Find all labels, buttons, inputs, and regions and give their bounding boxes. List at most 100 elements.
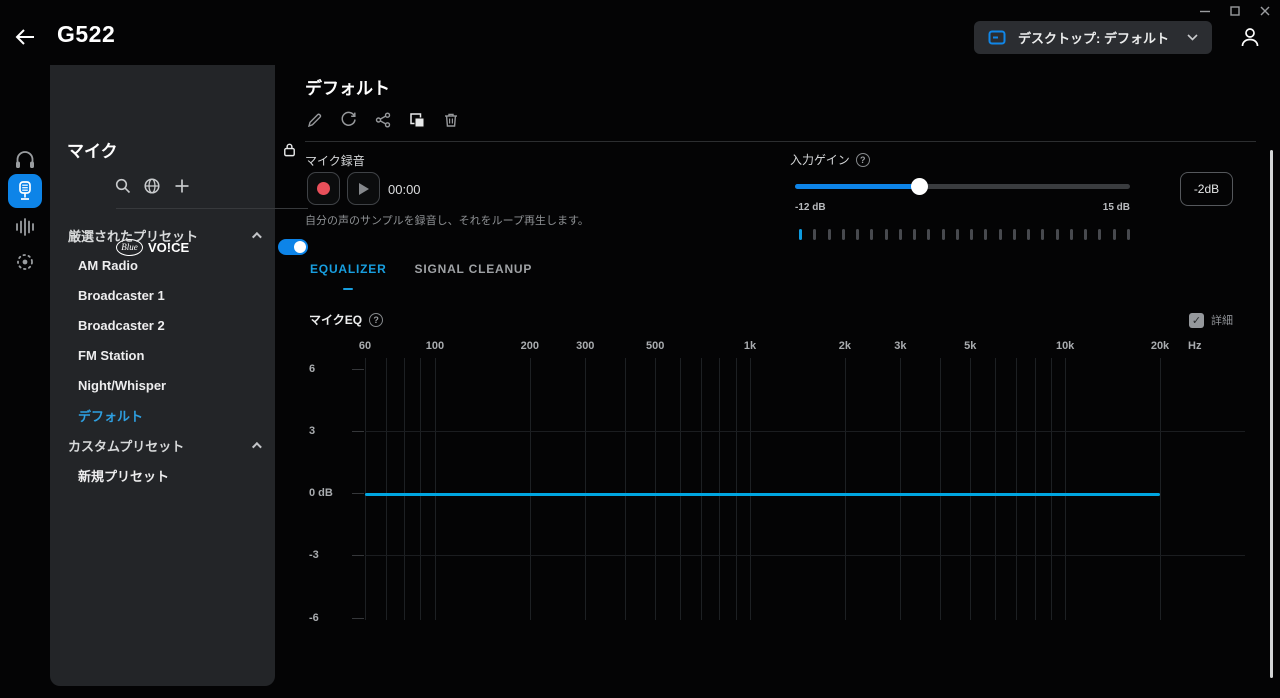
chart-x-tick-label: 3k	[894, 340, 906, 352]
advanced-toggle[interactable]: 詳細	[1189, 312, 1233, 328]
chart-gridline-v	[1051, 358, 1052, 620]
meter-tick	[1041, 229, 1044, 240]
meter-tick	[1013, 229, 1016, 240]
preset-item[interactable]: デフォルト	[50, 400, 275, 430]
share-icon	[374, 111, 392, 129]
help-icon[interactable]	[856, 153, 870, 167]
content-tabs: EQUALIZER SIGNAL CLEANUP	[310, 262, 532, 290]
preset-title: デフォルト	[305, 74, 390, 99]
search-icon	[114, 177, 132, 195]
chart-x-axis-unit: Hz	[1188, 340, 1201, 352]
sidebar-divider	[116, 208, 308, 209]
rail-tab-equalizer[interactable]	[13, 217, 37, 237]
chart-x-tick-label: 2k	[839, 340, 851, 352]
meter-tick	[984, 229, 987, 240]
waveform-icon	[13, 217, 37, 237]
preset-section-header[interactable]: 厳選されたプリセット	[50, 220, 275, 250]
slider-thumb[interactable]	[911, 178, 928, 195]
chart-y-tick-label: -6	[309, 612, 319, 624]
duplicate-preset-button[interactable]	[407, 110, 426, 129]
browse-presets-button[interactable]	[143, 177, 163, 197]
scrollbar[interactable]	[1270, 150, 1273, 678]
preset-item[interactable]: AM Radio	[50, 250, 275, 280]
chart-gridline-v	[1035, 358, 1036, 620]
chart-y-tickmark	[352, 493, 364, 494]
chart-gridline-v	[420, 358, 421, 620]
preset-item[interactable]: FM Station	[50, 340, 275, 370]
share-preset-button[interactable]	[373, 110, 392, 129]
lock-icon	[281, 141, 298, 158]
preset-section-label: 厳選されたプリセット	[68, 226, 252, 245]
rail-tab-lighting[interactable]	[13, 251, 37, 271]
lock-button[interactable]	[281, 141, 298, 158]
chevron-up-icon	[252, 441, 262, 451]
tab-equalizer[interactable]: EQUALIZER	[310, 262, 387, 290]
meter-tick	[799, 229, 802, 240]
gain-min-label: -12 dB	[795, 202, 826, 213]
help-icon[interactable]	[369, 313, 383, 327]
device-rail	[0, 65, 50, 698]
advanced-checkbox[interactable]	[1189, 313, 1204, 328]
input-gain-slider[interactable]	[795, 184, 1130, 189]
gain-value-button[interactable]: -2dB	[1180, 172, 1233, 206]
meter-tick	[842, 229, 845, 240]
eq-chart[interactable]: 601002003005001k2k3k5k10k20kHz630 dB-3-6	[305, 335, 1260, 635]
meter-tick	[1127, 229, 1130, 240]
chart-y-tick-label: 0 dB	[309, 487, 333, 499]
chart-gridline-v	[970, 358, 971, 620]
chart-x-tick-label: 200	[521, 340, 539, 352]
chart-gridline-v	[530, 358, 531, 620]
account-button[interactable]	[1238, 25, 1264, 51]
preset-item[interactable]: Night/Whisper	[50, 370, 275, 400]
edit-preset-button[interactable]	[305, 110, 324, 129]
recording-description: 自分の声のサンプルを録音し、それをループ再生します。	[305, 212, 589, 228]
close-button[interactable]	[1254, 2, 1276, 20]
add-preset-button[interactable]	[173, 177, 193, 197]
profile-selector[interactable]: デスクトップ: デフォルト	[974, 21, 1212, 54]
minimize-icon	[1200, 6, 1210, 16]
rail-tab-microphone[interactable]	[8, 174, 42, 208]
chart-x-tick-label: 60	[359, 340, 371, 352]
preset-section-header[interactable]: カスタムプリセット	[50, 430, 275, 460]
preset-item[interactable]: Broadcaster 1	[50, 280, 275, 310]
chart-gridline-v	[365, 358, 366, 620]
input-gain-header: 入力ゲイン	[790, 151, 870, 168]
preset-sections: 厳選されたプリセット AM RadioBroadcaster 1Broadcast…	[50, 220, 275, 490]
rail-tab-headset[interactable]	[13, 149, 37, 169]
blue-voice-toggle[interactable]	[278, 239, 308, 255]
chart-y-tickmark	[352, 555, 364, 556]
tab-signal-cleanup[interactable]: SIGNAL CLEANUP	[415, 262, 533, 290]
play-button[interactable]	[347, 172, 380, 205]
preset-item[interactable]: Broadcaster 2	[50, 310, 275, 340]
record-button[interactable]	[307, 172, 340, 205]
preset-toolbar	[305, 110, 460, 129]
chart-x-tick-label: 5k	[964, 340, 976, 352]
chart-x-tick-label: 20k	[1151, 340, 1169, 352]
reset-icon	[339, 110, 358, 129]
chart-y-tickmark	[352, 369, 364, 370]
meter-tick	[970, 229, 973, 240]
meter-tick	[856, 229, 859, 240]
meter-tick	[885, 229, 888, 240]
preset-item[interactable]: 新規プリセット	[50, 460, 275, 490]
chart-y-tick-label: 6	[309, 363, 315, 375]
mic-eq-header: マイクEQ	[309, 311, 383, 328]
back-arrow-icon	[12, 24, 38, 50]
advanced-label: 詳細	[1211, 312, 1233, 328]
delete-preset-button[interactable]	[441, 110, 460, 129]
chart-gridline-v	[719, 358, 720, 620]
minimize-button[interactable]	[1194, 2, 1216, 20]
reset-preset-button[interactable]	[339, 110, 358, 129]
maximize-button[interactable]	[1224, 2, 1246, 20]
chart-gridline-v	[736, 358, 737, 620]
chart-gridline-v	[386, 358, 387, 620]
close-icon	[1260, 6, 1270, 16]
chart-gridline-v	[585, 358, 586, 620]
profile-label: デスクトップ: デフォルト	[1018, 28, 1187, 47]
chart-x-tick-label: 1k	[744, 340, 756, 352]
preset-sidebar: マイク Bl	[50, 65, 275, 686]
back-button[interactable]	[12, 24, 38, 50]
globe-icon	[143, 177, 161, 195]
eq-curve-line[interactable]	[365, 493, 1160, 496]
search-button[interactable]	[114, 177, 134, 197]
